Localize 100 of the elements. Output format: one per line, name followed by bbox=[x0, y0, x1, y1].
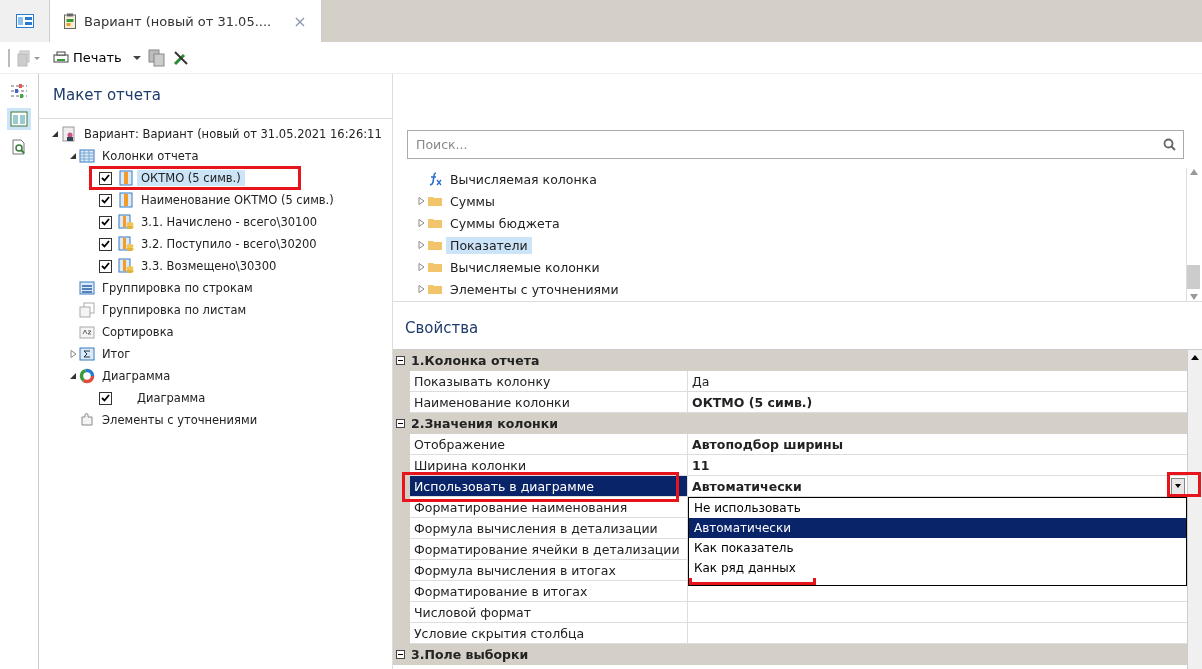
print-button[interactable]: Печать bbox=[49, 48, 126, 67]
property-name[interactable]: Форматирование в итогах bbox=[410, 581, 688, 602]
rows-icon bbox=[79, 280, 95, 296]
collapse-icon[interactable] bbox=[396, 419, 405, 428]
scrollbar[interactable] bbox=[1186, 168, 1200, 301]
field-item[interactable]: Вычисляемая колонка bbox=[446, 170, 601, 188]
tree-item[interactable]: 3.3. Возмещено\30300 bbox=[137, 258, 281, 274]
tab-title: Вариант (новый от 31.05.... bbox=[84, 13, 272, 29]
value-cell[interactable]: ОКТМО (5 симв.) bbox=[688, 392, 1187, 413]
search-field[interactable]: Поиск... bbox=[407, 130, 1184, 159]
caret-icon bbox=[1175, 484, 1181, 488]
checkbox[interactable] bbox=[99, 391, 112, 405]
column-coins-icon bbox=[118, 236, 134, 252]
group-title: 1.Колонка отчета bbox=[411, 353, 540, 368]
value-cell[interactable] bbox=[688, 602, 1187, 623]
scrollbar-thumb[interactable] bbox=[1187, 265, 1200, 289]
settings-sliders-icon bbox=[10, 83, 28, 99]
collapsed-arrow-icon[interactable] bbox=[417, 219, 425, 227]
tree-item[interactable]: Группировка по листам bbox=[98, 302, 251, 318]
sum-icon bbox=[79, 346, 95, 362]
table-icon bbox=[79, 148, 95, 164]
tree-item[interactable]: Колонки отчета bbox=[98, 148, 203, 164]
clipboard-icon bbox=[64, 13, 76, 29]
dropdown-button[interactable] bbox=[1171, 477, 1185, 495]
value-cell[interactable]: Автоматически bbox=[688, 476, 1187, 497]
scroll-down-icon[interactable] bbox=[1188, 293, 1199, 301]
tree-item[interactable]: 3.1. Начислено - всего\30100 bbox=[137, 214, 322, 230]
collapsed-arrow-icon[interactable] bbox=[417, 241, 425, 249]
group-title: 3.Поле выборки bbox=[411, 647, 529, 662]
property-name[interactable]: Отображение bbox=[410, 434, 688, 455]
checkbox[interactable] bbox=[99, 237, 112, 251]
group-title: 2.Значения колонки bbox=[411, 416, 558, 431]
expanded-arrow-icon[interactable] bbox=[51, 130, 59, 138]
tools-icon[interactable] bbox=[171, 48, 190, 67]
formula-icon bbox=[427, 171, 443, 187]
field-item[interactable]: Показатели bbox=[446, 236, 532, 254]
collapsed-arrow-icon[interactable] bbox=[417, 263, 425, 271]
property-name[interactable]: Числовой формат bbox=[410, 602, 688, 623]
property-value: Да bbox=[692, 373, 710, 389]
grip-icon bbox=[8, 48, 11, 67]
expanded-arrow-icon[interactable] bbox=[69, 372, 77, 380]
expanded-arrow-icon[interactable] bbox=[69, 152, 77, 160]
puzzle-icon bbox=[79, 412, 95, 428]
property-value: ОКТМО (5 симв.) bbox=[692, 394, 813, 410]
property-name[interactable]: Форматирование ячейки в детализации bbox=[410, 539, 688, 560]
collapse-icon[interactable] bbox=[396, 650, 405, 659]
printer-icon bbox=[53, 50, 69, 65]
checkbox[interactable] bbox=[99, 259, 112, 273]
collapsed-arrow-icon[interactable] bbox=[69, 350, 77, 358]
property-name[interactable]: Наименование колонки bbox=[410, 392, 688, 413]
field-item[interactable]: Элементы с уточнениями bbox=[446, 280, 623, 298]
scrollbar[interactable] bbox=[1187, 350, 1202, 669]
field-item[interactable]: Суммы бюджета bbox=[446, 214, 564, 232]
column-icon bbox=[118, 170, 134, 186]
document-person-icon bbox=[61, 126, 77, 142]
document-tab[interactable]: Вариант (новый от 31.05.... × bbox=[50, 0, 322, 42]
document-search-icon bbox=[10, 139, 28, 155]
property-name[interactable]: Показывать колонку bbox=[410, 371, 688, 392]
tree-item[interactable]: Итог bbox=[98, 346, 135, 362]
property-name[interactable]: Условие скрытия столбца bbox=[410, 623, 688, 644]
column-icon bbox=[118, 192, 134, 208]
layout-icon bbox=[15, 14, 34, 28]
property-name[interactable]: Ширина колонки bbox=[410, 455, 688, 476]
value-cell[interactable]: Автоподбор ширины bbox=[688, 434, 1187, 455]
property-value: Автоматически bbox=[692, 478, 802, 494]
column-coins-icon bbox=[118, 258, 134, 274]
sheets-icon bbox=[79, 302, 95, 318]
property-name[interactable]: Использовать в диаграмме bbox=[410, 476, 688, 497]
tree-item[interactable]: Диаграмма bbox=[133, 390, 210, 406]
collapse-icon[interactable] bbox=[396, 356, 405, 365]
tree-item[interactable]: 3.2. Поступило - всего\30200 bbox=[137, 236, 321, 252]
value-cell[interactable] bbox=[688, 623, 1187, 644]
layout-icon bbox=[10, 111, 28, 127]
property-value: 11 bbox=[692, 457, 710, 473]
tree-item[interactable]: Наименование ОКТМО (5 симв.) bbox=[137, 192, 338, 208]
tree-item[interactable]: Элементы с уточнениями bbox=[98, 412, 262, 428]
property-name[interactable]: Формула вычисления в детализации bbox=[410, 518, 688, 539]
collapsed-arrow-icon[interactable] bbox=[417, 285, 425, 293]
collapsed-arrow-icon[interactable] bbox=[417, 197, 425, 205]
value-cell[interactable]: 11 bbox=[688, 455, 1187, 476]
home-tab[interactable] bbox=[0, 0, 50, 42]
property-value: Автоподбор ширины bbox=[692, 436, 844, 452]
column-coins-icon bbox=[118, 214, 134, 230]
field-item[interactable]: Суммы bbox=[446, 192, 499, 210]
tree-item[interactable]: Диаграмма bbox=[98, 368, 175, 384]
panel-title: Свойства bbox=[404, 318, 480, 339]
copy-icon[interactable] bbox=[147, 48, 166, 67]
checkbox[interactable] bbox=[99, 193, 112, 207]
value-cell[interactable]: Да bbox=[688, 371, 1187, 392]
tree-item[interactable]: Группировка по строкам bbox=[98, 280, 257, 296]
tree-item[interactable]: ОКТМО (5 симв.) bbox=[137, 170, 245, 186]
tree-item[interactable]: Сортировка bbox=[98, 324, 178, 340]
sort-icon bbox=[79, 324, 95, 340]
property-name[interactable]: Формула вычисления в итогах bbox=[410, 560, 688, 581]
checkbox[interactable] bbox=[99, 171, 112, 185]
checkbox[interactable] bbox=[99, 215, 112, 229]
search-icon bbox=[1163, 138, 1176, 151]
field-item[interactable]: Вычисляемые колонки bbox=[446, 258, 604, 276]
tree-item[interactable]: Вариант: Вариант (новый от 31.05.2021 16:26:11 bbox=[80, 126, 386, 142]
dropdown-option[interactable]: Автоматически bbox=[689, 518, 1186, 538]
